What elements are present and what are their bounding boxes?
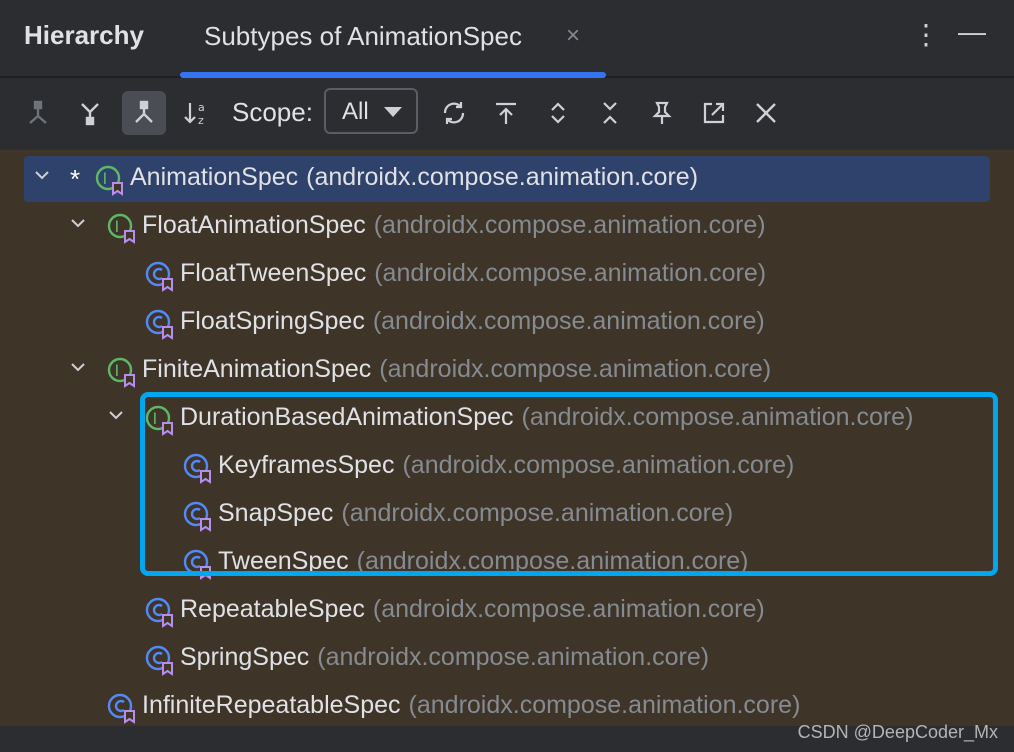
class-icon xyxy=(144,260,176,292)
package-name: (androidx.compose.animation.core) xyxy=(372,595,765,623)
type-name: FloatTweenSpec xyxy=(180,259,367,287)
tool-window-header: Hierarchy Subtypes of AnimationSpec × ⋮ … xyxy=(0,0,1014,78)
tab-label: Subtypes of AnimationSpec xyxy=(204,21,522,51)
package-name: (androidx.compose.animation.core) xyxy=(317,643,710,671)
tree-row-springspec[interactable]: SpringSpec (androidx.compose.animation.co… xyxy=(0,634,1014,682)
tab-close-icon[interactable]: × xyxy=(566,22,580,50)
package-name: (androidx.compose.animation.core) xyxy=(372,307,765,335)
svg-text:z: z xyxy=(198,114,204,127)
svg-text:a: a xyxy=(198,101,205,114)
chevron-down-icon xyxy=(384,107,402,117)
type-name: SpringSpec xyxy=(180,643,310,671)
scope-dropdown[interactable]: All xyxy=(324,88,418,134)
interface-icon: I xyxy=(106,356,138,388)
minimize-icon[interactable]: — xyxy=(958,16,986,48)
interface-icon: I xyxy=(106,212,138,244)
scope-value: All xyxy=(342,98,369,125)
hierarchy-toolbar: a z Scope: All xyxy=(0,78,1014,148)
package-name: (androidx.compose.animation.core) xyxy=(306,163,699,191)
tree-row-floattweenspec[interactable]: FloatTweenSpec (androidx.compose.animatio… xyxy=(0,250,1014,298)
hierarchy-tree: * I AnimationSpec (androidx.compose.anima… xyxy=(0,150,1014,726)
close-icon[interactable] xyxy=(744,91,788,135)
collapse-all-icon[interactable] xyxy=(588,91,632,135)
subtypes-hierarchy-icon[interactable] xyxy=(122,91,166,135)
tree-row-finiteanimationspec[interactable]: I FiniteAnimationSpec (androidx.compose.a… xyxy=(0,346,1014,394)
type-name: RepeatableSpec xyxy=(180,595,365,623)
package-name: (androidx.compose.animation.core) xyxy=(373,211,766,239)
package-name: (androidx.compose.animation.core) xyxy=(408,691,801,719)
refresh-icon[interactable] xyxy=(432,91,476,135)
package-name: (androidx.compose.animation.core) xyxy=(374,259,767,287)
svg-text:I: I xyxy=(115,217,120,236)
class-icon xyxy=(144,644,176,676)
watermark: CSDN @DeepCoder_Mx xyxy=(797,722,998,742)
expand-all-icon[interactable] xyxy=(536,91,580,135)
class-icon xyxy=(144,596,176,628)
type-name: FloatSpringSpec xyxy=(180,307,365,335)
chevron-down-icon[interactable] xyxy=(66,211,90,235)
class-icon xyxy=(106,692,138,724)
type-name: InfiniteRepeatableSpec xyxy=(142,691,401,719)
pin-tab-icon[interactable] xyxy=(640,91,684,135)
type-name: FiniteAnimationSpec xyxy=(142,355,372,383)
type-name: AnimationSpec xyxy=(130,163,299,191)
tool-window-title: Hierarchy xyxy=(24,20,144,50)
chevron-down-icon[interactable] xyxy=(104,403,128,427)
tree-row-floatanimationspec[interactable]: I FloatAnimationSpec (androidx.compose.an… xyxy=(0,202,1014,250)
tree-row-repeatablespec[interactable]: RepeatableSpec (androidx.compose.animatio… xyxy=(0,586,1014,634)
supertypes-hierarchy-icon[interactable] xyxy=(68,91,112,135)
chevron-down-icon[interactable] xyxy=(66,355,90,379)
type-hierarchy-icon[interactable] xyxy=(16,91,60,135)
base-marker: * xyxy=(70,164,81,194)
open-in-new-window-icon[interactable] xyxy=(692,91,736,135)
sort-alphabetically-icon[interactable]: a z xyxy=(174,91,218,135)
tree-row-floatspringspec[interactable]: FloatSpringSpec (androidx.compose.animati… xyxy=(0,298,1014,346)
svg-text:I: I xyxy=(103,169,108,188)
type-name: FloatAnimationSpec xyxy=(142,211,366,239)
chevron-down-icon[interactable] xyxy=(30,163,54,187)
package-name: (androidx.compose.animation.core) xyxy=(379,355,772,383)
more-options-icon[interactable]: ⋮ xyxy=(912,18,940,51)
svg-text:I: I xyxy=(115,361,120,380)
class-icon xyxy=(144,308,176,340)
tree-row-animationspec[interactable]: * I AnimationSpec (androidx.compose.anima… xyxy=(0,154,1014,202)
export-to-top-icon[interactable] xyxy=(484,91,528,135)
interface-icon: I xyxy=(94,164,126,196)
scope-label: Scope: xyxy=(232,97,313,127)
annotation-highlight-box xyxy=(140,392,998,576)
tab-subtypes[interactable]: Subtypes of AnimationSpec × xyxy=(180,0,606,78)
